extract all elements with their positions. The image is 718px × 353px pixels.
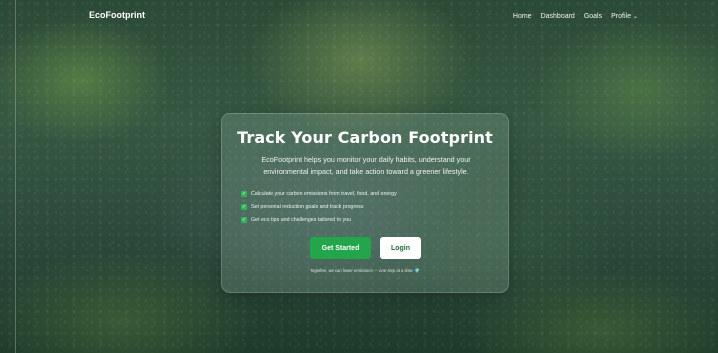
chevron-down-icon: ⌄ [632, 14, 638, 20]
checkbox-icon: ✓ [241, 203, 247, 210]
feature-item: ✓ Calculate your carbon emissions from t… [241, 187, 397, 200]
tagline: Together, we can lower emissions — one s… [222, 268, 508, 274]
checkbox-icon: ✓ [241, 190, 247, 197]
feature-item: ✓ Set personal reduction goals and track… [241, 200, 397, 213]
navbar: EcoFootprint Home Dashboard Goals Profil… [0, 0, 718, 30]
checkbox-icon: ✓ [241, 216, 247, 223]
feature-text: Get eco tips and challenges tailored to … [251, 216, 352, 223]
login-button[interactable]: Login [380, 237, 421, 259]
nav-menu: Home Dashboard Goals Profile ⌄ [513, 13, 638, 20]
hero-card: Track Your Carbon Footprint EcoFootprint… [221, 113, 509, 293]
nav-profile-label: Profile [611, 13, 631, 20]
nav-home[interactable]: Home [513, 13, 532, 20]
nav-goals[interactable]: Goals [584, 13, 602, 20]
feature-item: ✓ Get eco tips and challenges tailored t… [241, 213, 397, 226]
nav-dashboard[interactable]: Dashboard [541, 13, 575, 20]
nav-profile[interactable]: Profile ⌄ [611, 13, 638, 20]
hero-intro: EcoFootprint helps you monitor your dail… [261, 155, 471, 176]
feature-text: Set personal reduction goals and track p… [251, 203, 364, 210]
page: EcoFootprint Home Dashboard Goals Profil… [0, 0, 718, 353]
window-edge [0, 0, 16, 353]
brand-logo[interactable]: EcoFootprint [89, 10, 145, 20]
globe-icon: 🌍 [414, 268, 421, 273]
get-started-button[interactable]: Get Started [310, 237, 371, 259]
feature-list: ✓ Calculate your carbon emissions from t… [241, 187, 397, 226]
hero-title: Track Your Carbon Footprint [237, 128, 493, 147]
feature-text: Calculate your carbon emissions from tra… [251, 190, 397, 197]
tagline-text: Together, we can lower emissions — one s… [309, 268, 414, 273]
